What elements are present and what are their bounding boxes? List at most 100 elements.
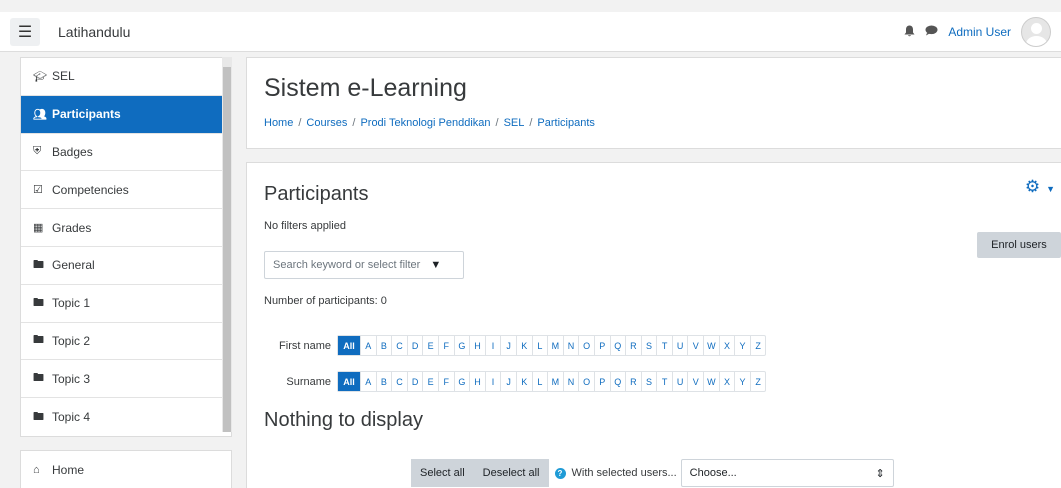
surname-initial-i[interactable]: I [484,372,501,391]
firstname-initial-a[interactable]: A [360,336,376,355]
settings-menu[interactable]: ⚙ ▼ [1025,177,1055,197]
drawer-item-topic-2[interactable]: 🖿︎ Topic 2 [21,323,231,361]
surname-initial-y[interactable]: Y [734,372,750,391]
surname-initial-z[interactable]: Z [749,372,766,391]
table-icon: ▦ [33,222,44,235]
user-menu-name[interactable]: Admin User [948,25,1011,39]
firstname-initial-t[interactable]: T [656,336,672,355]
firstname-initial-k[interactable]: K [515,336,532,355]
surname-initial-p[interactable]: P [593,372,610,391]
breadcrumb-home[interactable]: Home [264,117,293,129]
surname-initial-r[interactable]: R [625,372,641,391]
hamburger-icon[interactable]: ☰ [10,17,40,46]
surname-initial-b[interactable]: B [375,372,392,391]
firstname-label: First name [279,339,331,352]
breadcrumb-course[interactable]: SEL [504,117,525,129]
firstname-initial-j[interactable]: J [500,336,516,355]
scrollbar-thumb[interactable] [223,67,231,432]
drawer-item-topic-1[interactable]: 🖿︎ Topic 1 [21,285,231,323]
drawer-item-competencies[interactable]: ☑ Competencies [21,171,231,210]
shield-icon: ⛨ [33,145,42,158]
firstname-initial-x[interactable]: X [718,336,735,355]
firstname-initial-y[interactable]: Y [734,336,750,355]
firstname-initial-u[interactable]: U [671,336,688,355]
surname-initial-f[interactable]: F [437,372,454,391]
firstname-initial-z[interactable]: Z [749,336,766,355]
drawer-item-grades[interactable]: ▦ Grades [21,209,231,247]
enrol-users-button[interactable]: Enrol users [977,232,1061,258]
firstname-initial-b[interactable]: B [375,336,392,355]
with-selected-label: With selected users... [571,467,677,479]
bell-icon[interactable] [904,25,915,40]
caret-down-icon[interactable]: ▼ [430,259,441,271]
firstname-initial-v[interactable]: V [687,336,703,355]
drawer-item-label: General [52,258,95,273]
surname-initial-c[interactable]: C [391,372,407,391]
firstname-initials-row: First name All A B C D E F G H I J K L M N O P Q R S T U V W X Y Z [264,335,767,356]
deselect-all-button[interactable]: Deselect all [474,459,549,487]
firstname-initial-m[interactable]: M [547,336,563,355]
firstname-initial-l[interactable]: L [531,336,548,355]
surname-initial-t[interactable]: T [656,372,672,391]
firstname-initial-n[interactable]: N [562,336,579,355]
comment-icon[interactable] [925,25,938,39]
surname-initial-n[interactable]: N [562,372,579,391]
breadcrumb-courses[interactable]: Courses [306,117,347,129]
firstname-initial-p[interactable]: P [593,336,610,355]
select-all-button[interactable]: Select all [411,459,474,487]
drawer-item-label: Badges [52,144,93,159]
firstname-initial-q[interactable]: Q [609,336,626,355]
help-icon[interactable]: ? [554,467,566,479]
firstname-initial-r[interactable]: R [625,336,641,355]
site-name[interactable]: Latihandulu [58,24,130,40]
firstname-initial-g[interactable]: G [453,336,470,355]
breadcrumb-participants[interactable]: Participants [537,117,594,129]
surname-initial-x[interactable]: X [718,372,735,391]
surname-initial-l[interactable]: L [531,372,548,391]
drawer-scrollbar[interactable] [222,57,232,432]
firstname-initial-h[interactable]: H [469,336,485,355]
breadcrumb-category[interactable]: Prodi Teknologi Penddikan [360,117,490,129]
surname-initial-u[interactable]: U [671,372,688,391]
surname-initial-w[interactable]: W [703,372,719,391]
surname-initial-q[interactable]: Q [609,372,626,391]
firstname-initial-w[interactable]: W [703,336,719,355]
drawer-item-topic-4[interactable]: 🖿︎ Topic 4 [21,398,231,436]
firstname-initial-d[interactable]: D [406,336,423,355]
surname-initial-s[interactable]: S [640,372,657,391]
drawer-item-badges[interactable]: ⛨ Badges [21,134,231,172]
firstname-initial-i[interactable]: I [484,336,501,355]
drawer-item-participants[interactable]: 👥︎ Participants [21,95,231,134]
surname-initial-j[interactable]: J [500,372,516,391]
firstname-initial-f[interactable]: F [437,336,454,355]
surname-initial-d[interactable]: D [406,372,423,391]
filter-search-input[interactable]: Search keyword or select filter ▼ [264,251,464,279]
bulk-actions: Select all Deselect all ? With selected … [411,459,894,487]
folder-icon: 🖿︎ [33,410,44,423]
firstname-initial-c[interactable]: C [391,336,407,355]
firstname-initial-o[interactable]: O [578,336,594,355]
surname-initial-a[interactable]: A [360,372,376,391]
avatar[interactable] [1021,17,1051,47]
surname-initial-k[interactable]: K [515,372,532,391]
site-nav-group: ⌂ Home [20,449,232,488]
surname-initial-o[interactable]: O [578,372,594,391]
firstname-initial-s[interactable]: S [640,336,657,355]
surname-initials-row: Surname All A B C D E F G H I J K L M N O P Q R S T U V W X Y Z [264,371,767,392]
surname-initial-e[interactable]: E [422,372,438,391]
drawer-item-sel[interactable]: 🎓︎ SEL [21,58,231,96]
bulk-action-select[interactable]: Choose... ⇕ [680,459,894,487]
check-square-icon: ☑ [33,184,43,197]
firstname-initial-e[interactable]: E [422,336,438,355]
filter-placeholder: Search keyword or select filter [273,259,421,271]
surname-initial-g[interactable]: G [453,372,470,391]
surname-initial-m[interactable]: M [547,372,563,391]
surname-initial-h[interactable]: H [469,372,485,391]
breadcrumb-separator: / [352,117,356,129]
drawer-item-topic-3[interactable]: 🖿︎ Topic 3 [21,360,231,399]
drawer-item-home[interactable]: ⌂ Home [21,451,231,488]
surname-initial-all[interactable]: All [338,372,360,391]
drawer-item-general[interactable]: 🖿︎ General [21,247,231,285]
surname-initial-v[interactable]: V [687,372,703,391]
firstname-initial-all[interactable]: All [338,336,360,355]
